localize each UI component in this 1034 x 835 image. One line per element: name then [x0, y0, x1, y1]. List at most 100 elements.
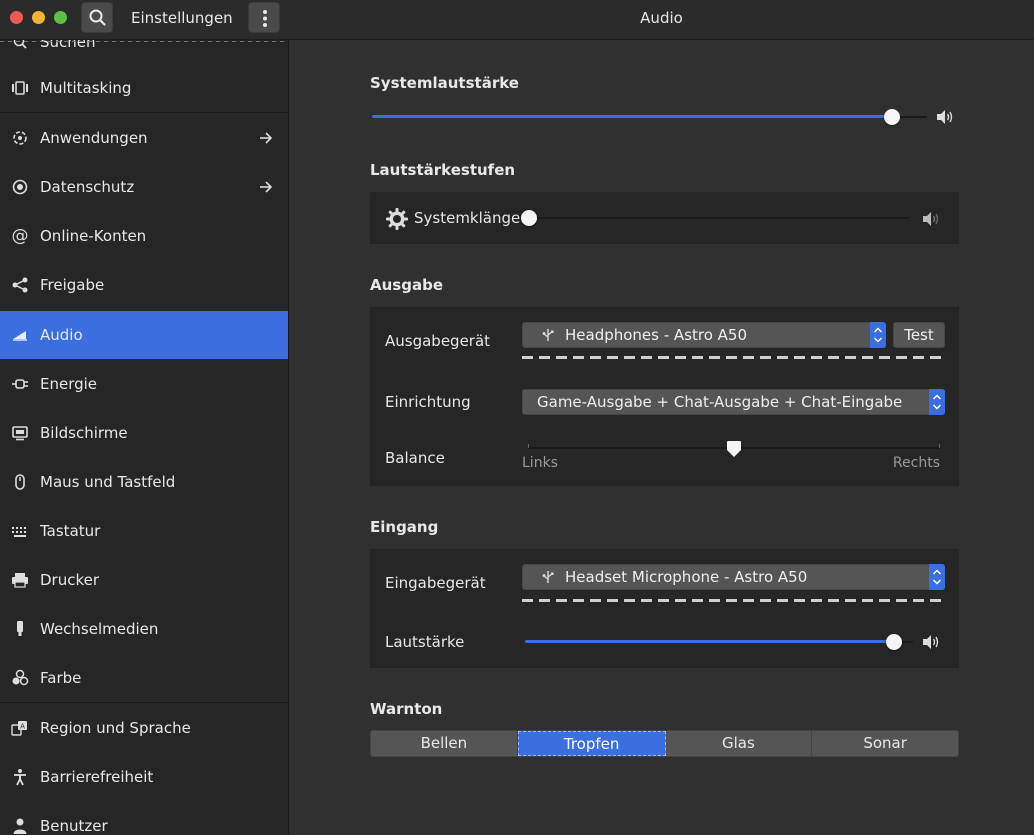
test-button[interactable]: Test	[893, 322, 945, 348]
menu-button[interactable]	[248, 2, 280, 33]
close-window-button[interactable]	[10, 11, 23, 24]
sidebar-item-label: Bildschirme	[40, 424, 128, 442]
vertical-dots-icon	[263, 10, 267, 27]
alert-option-sonar[interactable]: Sonar	[812, 731, 958, 756]
applications-icon	[10, 128, 30, 148]
sidebar-item-datenschutz[interactable]: Datenschutz	[0, 163, 288, 211]
system-sounds-slider[interactable]	[521, 209, 909, 227]
sidebar-item-label: Benutzer	[40, 817, 108, 835]
alert-option-glas[interactable]: Glas	[666, 731, 813, 756]
system-sounds-label: Systemklänge	[414, 209, 521, 227]
at-icon: @	[11, 226, 29, 246]
focus-indicator	[522, 356, 946, 359]
balance-label: Balance	[385, 449, 445, 467]
search-button[interactable]	[81, 2, 113, 33]
balance-slider[interactable]	[528, 440, 940, 460]
speaker-icon	[10, 325, 30, 345]
audio-settings-panel: Systemlautstärke Lautstärkestufen System…	[290, 40, 1034, 835]
sidebar-item-drucker[interactable]: Drucker	[0, 556, 288, 604]
input-device-label: Eingabegerät	[385, 574, 486, 592]
output-panel: Ausgabegerät Headphones - Astro A50 Test…	[370, 307, 959, 486]
multitasking-icon	[10, 78, 30, 98]
system-volume-knob[interactable]	[884, 109, 901, 125]
mouse-icon	[10, 472, 30, 492]
sidebar-item-label: Online-Konten	[40, 227, 147, 245]
sidebar-item-maus-und-tastfeld[interactable]: Maus und Tastfeld	[0, 458, 288, 506]
sidebar-item-label: Region und Sprache	[40, 719, 191, 737]
arrow-right-icon	[260, 181, 273, 193]
sidebar-item-energie[interactable]: Energie	[0, 360, 288, 408]
sidebar-item-barrierefreiheit[interactable]: Barrierefreiheit	[0, 753, 288, 801]
input-panel: Eingabegerät Headset Microphone - Astro …	[370, 549, 959, 668]
output-device-select[interactable]: Headphones - Astro A50	[522, 322, 886, 348]
sidebar-item-label: Anwendungen	[40, 129, 148, 147]
usb-icon	[542, 329, 554, 341]
sidebar-item-wechselmedien[interactable]: Wechselmedien	[0, 605, 288, 653]
balance-knob[interactable]	[726, 440, 742, 460]
usb-stick-icon	[10, 619, 30, 639]
alert-option-bellen[interactable]: Bellen	[371, 731, 518, 756]
config-select[interactable]: Game-Ausgabe + Chat-Ausgabe + Chat-Einga…	[522, 389, 945, 415]
sidebar-item-bildschirme[interactable]: Bildschirme	[0, 409, 288, 457]
chevron-updown-icon	[929, 389, 945, 415]
sidebar-search[interactable]: Suchen	[0, 40, 288, 66]
chevron-updown-icon	[929, 564, 945, 590]
sidebar-item-label: Barrierefreiheit	[40, 768, 154, 786]
volume-levels-panel: Systemklänge	[370, 192, 959, 244]
power-plug-icon	[10, 374, 30, 394]
alert-sound-heading: Warnton	[370, 700, 443, 718]
output-device-label: Ausgabegerät	[385, 332, 491, 350]
sidebar-item-online-konten[interactable]: @ Online-Konten	[0, 212, 288, 260]
chevron-updown-icon	[870, 322, 886, 348]
search-icon	[89, 9, 106, 26]
volume-levels-heading: Lautstärkestufen	[370, 161, 516, 179]
sidebar-item-region-und-sprache[interactable]: A Region und Sprache	[0, 704, 288, 752]
accessibility-icon	[10, 767, 30, 787]
system-volume-slider[interactable]	[372, 108, 927, 126]
input-device-value: Headset Microphone - Astro A50	[565, 568, 808, 586]
privacy-icon	[10, 177, 30, 197]
sidebar-item-label: Energie	[40, 375, 98, 393]
volume-high-icon	[923, 635, 939, 649]
sidebar-item-anwendungen[interactable]: Anwendungen	[0, 114, 288, 162]
sidebar-item-label: Audio	[40, 326, 83, 344]
sidebar-item-tastatur[interactable]: Tastatur	[0, 507, 288, 555]
alert-option-tropfen[interactable]: Tropfen	[517, 731, 666, 756]
output-device-value: Headphones - Astro A50	[565, 326, 748, 344]
sidebar: Suchen Multitasking Anwendungen Datensch…	[0, 40, 289, 835]
user-icon	[10, 816, 30, 835]
volume-muted-icon	[923, 212, 939, 226]
sidebar-item-label: Tastatur	[40, 522, 101, 540]
sidebar-item-multitasking[interactable]: Multitasking	[0, 64, 288, 112]
system-volume-heading: Systemlautstärke	[370, 74, 519, 92]
balance-right-label: Rechts	[892, 455, 940, 471]
app-title: Einstellungen	[131, 9, 233, 27]
output-heading: Ausgabe	[370, 276, 443, 294]
volume-high-icon	[937, 110, 953, 124]
input-volume-slider[interactable]	[525, 633, 913, 651]
balance-left-label: Links	[522, 455, 558, 471]
keyboard-icon	[10, 521, 30, 541]
sidebar-item-label: Farbe	[40, 669, 82, 687]
sidebar-item-benutzer[interactable]: Benutzer	[0, 802, 288, 835]
svg-text:A: A	[20, 723, 25, 731]
focus-indicator	[522, 599, 946, 602]
display-icon	[10, 423, 30, 443]
sidebar-item-farbe[interactable]: Farbe	[0, 654, 288, 702]
sidebar-item-audio[interactable]: Audio	[0, 311, 288, 359]
sidebar-item-label: Multitasking	[40, 79, 132, 97]
sidebar-item-freigabe[interactable]: Freigabe	[0, 261, 288, 309]
color-icon	[10, 668, 30, 688]
sidebar-item-label: Drucker	[40, 571, 100, 589]
usb-icon	[542, 571, 554, 583]
sidebar-item-label: Freigabe	[40, 276, 105, 294]
minimize-window-button[interactable]	[32, 11, 45, 24]
input-device-select[interactable]: Headset Microphone - Astro A50	[522, 564, 945, 590]
sidebar-item-label: Maus und Tastfeld	[40, 473, 176, 491]
input-volume-knob[interactable]	[885, 634, 902, 650]
maximize-window-button[interactable]	[54, 11, 67, 24]
sidebar-item-label: Datenschutz	[40, 178, 135, 196]
title-bar: Einstellungen Audio	[0, 0, 1034, 40]
system-sounds-knob[interactable]	[521, 210, 537, 226]
input-heading: Eingang	[370, 518, 439, 536]
